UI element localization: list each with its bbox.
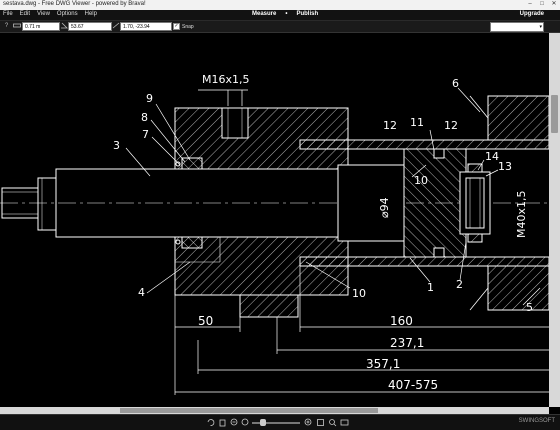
zoom-out-icon[interactable] [230, 418, 239, 427]
cad-drawing: M16x1,5 M40x1,5 ⌀94 9 8 7 3 4 10 12 11 1… [0, 73, 549, 395]
menu-help[interactable]: Help [85, 11, 97, 17]
length-field[interactable] [22, 22, 60, 31]
layout-dropdown[interactable]: ▾ [490, 22, 544, 32]
vertical-scrollbar[interactable] [549, 33, 560, 407]
snap-label: Snap [182, 23, 194, 30]
shaft-end [1, 177, 57, 231]
piston [337, 148, 491, 258]
dimension-357: 357,1 [366, 357, 400, 371]
callout-10-upper: 10 [414, 174, 428, 187]
callout-5: 5 [526, 301, 533, 314]
callout-7: 7 [142, 128, 149, 141]
tab-separator: • [285, 11, 288, 17]
minimize-button[interactable]: – [526, 1, 534, 8]
callout-1: 1 [427, 281, 434, 294]
fit-page-icon[interactable] [316, 418, 325, 427]
callout-11: 11 [410, 116, 424, 129]
coordinate-field[interactable] [120, 22, 172, 31]
dimension-50: 50 [198, 314, 213, 328]
callout-9: 9 [146, 92, 153, 105]
mode-tabs: Measure • Publish [252, 11, 318, 17]
snap-toggle[interactable]: ✓ Snap [173, 23, 194, 30]
callout-12-right: 12 [444, 119, 458, 132]
callout-4: 4 [138, 286, 145, 299]
main-menu: File Edit View Options Help [3, 11, 97, 17]
zoom-slider-handle[interactable] [260, 419, 266, 426]
dimension-237: 237,1 [390, 336, 424, 350]
callout-12-left: 12 [383, 119, 397, 132]
dimension-160: 160 [390, 314, 413, 328]
publish-tab[interactable]: Publish [296, 11, 318, 17]
horizontal-scrollbar[interactable] [0, 407, 549, 414]
magnifier-icon[interactable] [328, 418, 337, 427]
menu-edit[interactable]: Edit [20, 11, 30, 17]
measure-tab[interactable]: Measure [252, 11, 276, 17]
vertical-scroll-thumb[interactable] [551, 95, 558, 133]
menu-options[interactable]: Options [57, 11, 78, 17]
angle-field[interactable] [68, 22, 112, 31]
help-icon[interactable]: ? [2, 22, 11, 30]
thread-dimension [198, 89, 248, 106]
angle-icon[interactable] [59, 22, 68, 30]
thread-label: M16x1,5 [202, 73, 250, 86]
window-title: sestava.dwg - Free DWG Viewer - powered … [3, 1, 146, 7]
upgrade-link[interactable]: Upgrade [520, 11, 544, 17]
menu-view[interactable]: View [37, 11, 50, 17]
dimension-407-575: 407-575 [388, 378, 438, 392]
horizontal-scroll-thumb[interactable] [120, 408, 378, 413]
thread-label-right: M40x1,5 [515, 191, 528, 239]
zoom-in-icon[interactable] [304, 418, 313, 427]
drawing-canvas[interactable]: M16x1,5 M40x1,5 ⌀94 9 8 7 3 4 10 12 11 1… [0, 33, 549, 407]
window-controls: – □ ✕ [526, 1, 558, 8]
measure-toolbar: ? ✓ Snap ▾ [0, 21, 560, 33]
maximize-button[interactable]: □ [538, 1, 546, 8]
housing [174, 107, 349, 318]
snap-checkbox[interactable]: ✓ [173, 23, 180, 30]
callout-14: 14 [485, 150, 499, 163]
brand-watermark: SWINGSOFT [518, 418, 555, 424]
callout-6: 6 [452, 77, 459, 90]
screen-icon[interactable] [340, 418, 349, 427]
callout-8: 8 [141, 111, 148, 124]
callout-2: 2 [456, 278, 463, 291]
callout-3: 3 [113, 139, 120, 152]
chevron-down-icon: ▾ [539, 24, 542, 30]
diameter-label: ⌀94 [378, 197, 391, 218]
menu-bar: File Edit View Options Help Measure • Pu… [0, 10, 560, 21]
coordinate-icon[interactable] [111, 22, 120, 30]
rotate-left-icon[interactable] [206, 418, 215, 427]
ruler-icon[interactable] [12, 22, 21, 30]
callout-13: 13 [498, 160, 512, 173]
status-bar: SWINGSOFT [0, 414, 560, 430]
callout-10-lower: 10 [352, 287, 366, 300]
menu-file[interactable]: File [3, 11, 13, 17]
zoom-in-small-icon[interactable] [241, 418, 250, 427]
hand-icon[interactable] [218, 418, 227, 427]
close-button[interactable]: ✕ [550, 1, 558, 8]
